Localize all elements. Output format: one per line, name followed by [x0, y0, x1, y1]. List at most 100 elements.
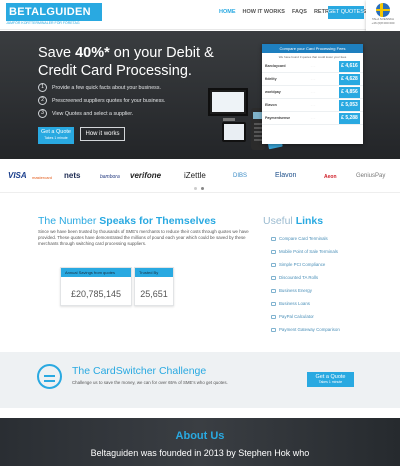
link-icon	[271, 236, 276, 241]
link-mobile-pos[interactable]: Mobile Point of Sale Terminals	[271, 249, 338, 254]
logo-tagline: JÄMFÖR KORTTERMINALER FÖR FÖRETAG	[6, 21, 80, 25]
challenge-title: The CardSwitcher Challenge	[72, 365, 207, 377]
savings-stat-value: £20,785,145	[70, 289, 122, 299]
row-details: · · ·	[310, 77, 316, 81]
link-icon	[271, 314, 276, 319]
step-number-icon: 3	[38, 109, 47, 118]
comparison-row: Paymentsense · · · £ 5,288	[262, 112, 363, 125]
bambora-logo: bambora	[100, 174, 120, 180]
step-text: View Quotes and select a supplier.	[52, 110, 134, 117]
site-logo[interactable]: BETALGUIDEN	[6, 3, 102, 21]
row-details: · · ·	[310, 116, 316, 120]
row-details: · · ·	[310, 103, 316, 107]
challenge-section: The CardSwitcher Challenge Challenge us …	[0, 352, 400, 408]
comparison-subtitle: We have found 3 quotes that could lower …	[278, 55, 347, 59]
hero-step: 1 Provide a few quick facts about your b…	[38, 83, 165, 92]
comparison-row: fidelity · · · £ 4,628	[262, 73, 363, 86]
link-icon	[271, 249, 276, 254]
mastercard-logo: mastercard	[32, 175, 53, 180]
izettle-logo: iZettle	[184, 171, 206, 180]
quote-price[interactable]: £ 4,616	[339, 60, 360, 72]
provider-logo: Paymentsense	[265, 116, 291, 120]
challenge-quote-button[interactable]: Get a Quote Takes 1 minute	[307, 372, 354, 387]
link-paypal-calculator[interactable]: PayPal Calculator	[271, 314, 314, 319]
link-payment-gateway[interactable]: Payment Gateway Comparison	[271, 327, 340, 332]
carousel-dot[interactable]	[194, 187, 197, 190]
trusted-stat-card: Trusted By 25,651	[134, 267, 174, 306]
switch-icon	[37, 364, 62, 389]
dibs-logo: DIBS	[233, 173, 248, 179]
hero-step: 3 View Quotes and select a supplier.	[38, 109, 165, 118]
monitor-stand	[223, 118, 235, 121]
quote-price[interactable]: £ 4,856	[339, 86, 360, 98]
comparison-row: Barclaycard · · · £ 4,616	[262, 60, 363, 73]
aeon-logo: Aeon	[324, 174, 337, 180]
nav-home[interactable]: HOME	[219, 9, 236, 15]
nav-how-it-works[interactable]: HOW IT WORKS	[243, 9, 285, 15]
link-compare-card-terminals[interactable]: Compare Card Terminals	[271, 236, 328, 241]
link-icon	[271, 301, 276, 306]
how-it-works-button[interactable]: How it works	[80, 127, 125, 141]
link-pci-compliance[interactable]: Simple PCI Compliance	[271, 262, 325, 267]
provider-logo: fidelity	[265, 77, 277, 81]
hero-section: Save 40%* on your Debit & Credit Card Pr…	[0, 31, 400, 159]
step-text: Prescreened suppliers quotes for your bu…	[52, 97, 166, 104]
hero-title: Save 40%* on your Debit & Credit Card Pr…	[38, 45, 214, 79]
tablet-illustration	[222, 122, 246, 142]
about-text: Beltaguiden was founded in 2013 by Steph…	[90, 448, 310, 458]
phone-number: +46 (0)8 000 000	[371, 20, 395, 25]
step-text: Provide a few quick facts about your bus…	[52, 84, 161, 91]
quote-price[interactable]: £ 5,053	[339, 99, 360, 111]
numbers-title: The Number Speaks for Themselves	[38, 215, 217, 227]
provider-logo: Barclaycard	[265, 64, 286, 68]
numbers-description: Since we have been trusted by thousands …	[38, 229, 249, 246]
savings-stat-label: Annual Savings from quotes	[61, 268, 131, 277]
quote-price[interactable]: £ 5,288	[339, 112, 360, 124]
step-number-icon: 2	[38, 96, 47, 105]
header: BETALGUIDEN JÄMFÖR KORTTERMINALER FÖR FÖ…	[0, 0, 400, 36]
hero-highlight: 40%*	[75, 45, 110, 61]
quote-price[interactable]: £ 4,628	[339, 73, 360, 85]
link-business-loans[interactable]: Business Loans	[271, 301, 310, 306]
trusted-stat-value: 25,651	[140, 289, 168, 299]
useful-links-title: Useful Links	[263, 215, 324, 227]
challenge-quote-sublabel: Takes 1 minute	[318, 380, 343, 384]
link-icon	[271, 275, 276, 280]
comparison-title: Compare your Card Processing Fees	[262, 44, 363, 53]
get-quotes-button[interactable]: GET QUOTES	[328, 6, 364, 19]
geniuspay-logo: GeniusPay	[356, 173, 386, 179]
hero-step: 2 Prescreened suppliers quotes for your …	[38, 96, 165, 105]
link-icon	[271, 262, 276, 267]
link-icon	[271, 288, 276, 293]
comparison-row: worldpay · · · £ 4,856	[262, 86, 363, 99]
sweden-flag-icon	[376, 3, 390, 17]
savings-stat-card: Annual Savings from quotes £20,785,145	[60, 267, 132, 306]
get-a-quote-sublabel: Takes 1 minute	[44, 135, 68, 140]
provider-logo: Elavon	[265, 103, 277, 107]
provider-logo: worldpay	[265, 90, 281, 94]
about-title: About Us	[175, 430, 225, 442]
row-details: · · ·	[310, 90, 316, 94]
comparison-panel: Compare your Card Processing Fees We hav…	[262, 44, 363, 144]
monitor-illustration	[208, 88, 248, 116]
visa-logo: VISA	[8, 171, 27, 180]
verifone-logo: verifone	[130, 171, 162, 180]
link-ta-rolls[interactable]: Discounted TA Rolls	[271, 275, 318, 280]
get-a-quote-button[interactable]: Get a Quote Takes 1 minute	[38, 127, 74, 144]
get-a-quote-label: Get a Quote	[41, 129, 71, 135]
nav-faqs[interactable]: FAQS	[292, 9, 307, 15]
link-business-energy[interactable]: Business Energy	[271, 288, 312, 293]
about-section: About Us Beltaguiden was founded in 2013…	[0, 418, 400, 466]
nets-logo: nets	[64, 171, 81, 180]
link-icon	[271, 327, 276, 332]
row-details: · · ·	[310, 64, 316, 68]
carousel-dot-active[interactable]	[201, 187, 204, 190]
hero-steps: 1 Provide a few quick facts about your b…	[38, 83, 165, 122]
partner-logos-strip: VISA mastercard nets bambora verifone iZ…	[0, 159, 400, 193]
trusted-stat-label: Trusted By	[135, 268, 173, 277]
page: BETALGUIDEN JÄMFÖR KORTTERMINALER FÖR FÖ…	[0, 0, 400, 466]
challenge-text: Challenge us to save the money, we can f…	[72, 380, 228, 385]
step-number-icon: 1	[38, 83, 47, 92]
elavon-logo: Elavon	[275, 172, 297, 179]
comparison-row: Elavon · · · £ 5,053	[262, 99, 363, 112]
